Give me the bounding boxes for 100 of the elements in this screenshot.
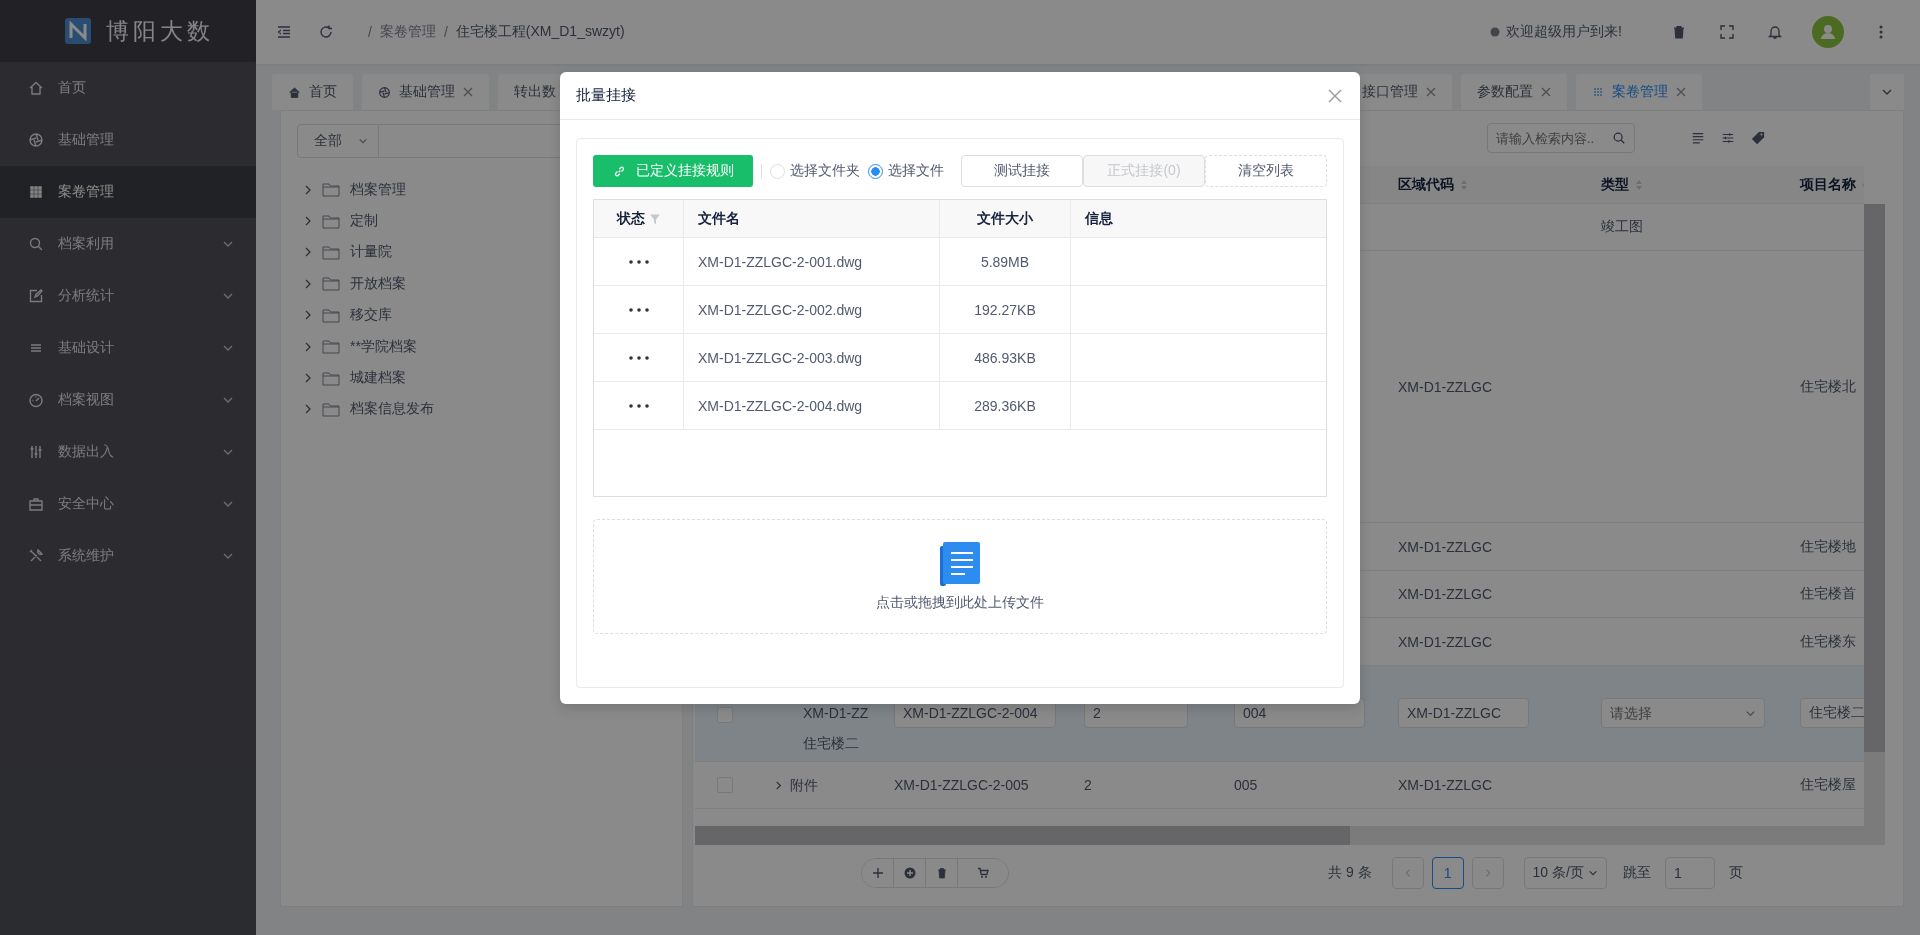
table-cell: XM-D1-ZZLGC-2-005 xyxy=(894,777,1029,793)
folder-icon xyxy=(322,182,340,198)
type-select[interactable]: 请选择 xyxy=(1601,698,1765,728)
close-icon[interactable] xyxy=(1426,87,1436,97)
tree-node[interactable]: 开放档案 xyxy=(350,274,406,293)
sidebar-item[interactable]: 安全中心 xyxy=(0,478,256,530)
align-icon[interactable] xyxy=(1691,131,1705,145)
trash-icon[interactable] xyxy=(1671,24,1687,40)
sidebar-item[interactable]: 数据出入 xyxy=(0,426,256,478)
folder-icon xyxy=(322,370,340,386)
sidebar-item[interactable]: 档案视图 xyxy=(0,374,256,426)
page-suffix: 页 xyxy=(1728,864,1743,882)
chevron-down-icon xyxy=(1745,708,1756,719)
trash-icon xyxy=(935,867,948,879)
page-tab[interactable]: 参数配置 xyxy=(1461,74,1567,110)
folder-icon xyxy=(322,307,340,323)
ellipsis-icon[interactable] xyxy=(628,403,649,408)
tree-node[interactable]: **学院档案 xyxy=(350,337,417,356)
table-cell: 住宅楼屋 xyxy=(1800,776,1856,794)
sidebar-item[interactable]: 基础管理 xyxy=(0,114,256,166)
table-cell: 住宅楼北 xyxy=(1800,377,1856,396)
search-icon xyxy=(28,236,44,252)
ellipsis-icon[interactable] xyxy=(628,355,649,360)
table-cell: 2 xyxy=(1084,777,1092,793)
menu-fold-icon[interactable] xyxy=(276,24,292,40)
search-field[interactable]: 请输入检索内容.. xyxy=(1487,123,1635,153)
page-tab[interactable]: 基础管理 xyxy=(362,74,489,110)
tree-node[interactable]: 移交库 xyxy=(350,306,392,325)
folder-icon xyxy=(322,244,340,260)
ellipsis-icon[interactable] xyxy=(628,307,649,312)
table-cell: XM-D1-ZZLGC xyxy=(1398,586,1493,602)
folder-icon xyxy=(322,276,340,292)
folder-icon xyxy=(322,213,340,229)
tag-icon[interactable] xyxy=(1751,131,1765,145)
rule-button[interactable]: 已定义挂接规则 xyxy=(593,155,753,187)
jump-label: 跳至 xyxy=(1622,864,1651,882)
home-icon xyxy=(28,80,44,96)
table-cell: 住宅楼首 xyxy=(1800,585,1856,603)
upload-hint: 点击或拖拽到此处上传文件 xyxy=(876,593,1044,612)
action-button[interactable]: 测试挂接 xyxy=(961,155,1083,187)
tree-node[interactable]: 城建档案 xyxy=(350,369,406,388)
action-button[interactable]: 清空列表 xyxy=(1205,155,1327,187)
close-icon[interactable] xyxy=(1676,87,1686,97)
close-icon[interactable] xyxy=(463,87,473,97)
input-field[interactable]: XM-D1-ZZLGC xyxy=(1398,698,1529,728)
grid-icon xyxy=(1592,86,1604,98)
table-cell: 289.36KB xyxy=(974,397,1036,414)
column-header[interactable]: 区域代码 xyxy=(1398,175,1454,194)
close-icon[interactable] xyxy=(1541,87,1551,97)
page-button[interactable]: 1 xyxy=(1431,857,1464,889)
page-jump-field[interactable]: 1 xyxy=(1664,857,1715,889)
vertical-scrollbar[interactable] xyxy=(1864,204,1885,845)
home-icon xyxy=(288,85,301,99)
refresh-icon[interactable] xyxy=(318,24,334,40)
sidebar-item[interactable]: 案卷管理 xyxy=(0,166,256,218)
total-count: 共 9 条 xyxy=(1328,864,1372,882)
ellipsis-icon[interactable] xyxy=(628,259,649,264)
breadcrumb-item[interactable]: 案卷管理 xyxy=(379,23,436,41)
sidebar-item[interactable]: 首页 xyxy=(0,62,256,114)
dialog-title: 批量挂接 xyxy=(576,86,636,105)
search-icon xyxy=(1612,131,1626,145)
add-button[interactable] xyxy=(862,859,894,887)
table-cell: XM-D1-ZZLGC-2-004.dwg xyxy=(698,397,863,414)
upload-dropzone[interactable]: 点击或拖拽到此处上传文件 xyxy=(593,519,1327,634)
tree-node[interactable]: 定制 xyxy=(350,212,378,231)
table-cell: XM-D1-ZZLGC-2-003.dwg xyxy=(698,349,863,366)
table-cell: 005 xyxy=(1234,777,1258,793)
status-dot-icon xyxy=(1490,27,1501,37)
table-cell: 附件 xyxy=(790,776,818,794)
column-header: 文件大小 xyxy=(977,209,1033,228)
sidebar-item[interactable]: 系统维护 xyxy=(0,530,256,582)
radio-option[interactable]: 选择文件 xyxy=(868,162,944,180)
aperture-icon xyxy=(378,85,391,99)
input-field[interactable]: 住宅楼二 xyxy=(1800,698,1865,728)
tree-node[interactable]: 档案信息发布 xyxy=(350,400,434,419)
table-cell: XM-D1-ZZLGC xyxy=(1398,378,1493,395)
sidebar-item[interactable]: 分析统计 xyxy=(0,270,256,322)
sidebar-item[interactable]: 档案利用 xyxy=(0,218,256,270)
tree-node[interactable]: 档案管理 xyxy=(350,180,406,199)
column-header: 信息 xyxy=(1085,209,1113,228)
radio-button[interactable] xyxy=(868,163,883,179)
column-header[interactable]: 项目名称 xyxy=(1800,175,1856,194)
sidebar-item[interactable]: 基础设计 xyxy=(0,322,256,374)
grid-icon xyxy=(28,184,44,200)
row-checkbox[interactable] xyxy=(717,707,733,723)
page-tab[interactable]: 案卷管理 xyxy=(1576,74,1702,110)
scope-select[interactable]: 全部 xyxy=(297,124,379,158)
column-header: 状态 xyxy=(616,209,645,228)
horizontal-scrollbar[interactable] xyxy=(695,826,1865,845)
page-tab[interactable]: 首页 xyxy=(272,74,353,110)
tree-node[interactable]: 计量院 xyxy=(350,243,392,262)
radio-option[interactable]: 选择文件夹 xyxy=(770,162,860,180)
bell-icon[interactable] xyxy=(1767,24,1783,40)
fullscreen-icon[interactable] xyxy=(1719,24,1735,40)
expand-chevron-icon[interactable] xyxy=(773,779,784,791)
page-size-select[interactable]: 10 条/页 xyxy=(1523,857,1607,889)
column-header[interactable]: 类型 xyxy=(1601,175,1629,194)
sliders-icon[interactable] xyxy=(1721,131,1735,145)
close-icon[interactable] xyxy=(1328,88,1342,103)
more-icon[interactable] xyxy=(1879,24,1883,40)
